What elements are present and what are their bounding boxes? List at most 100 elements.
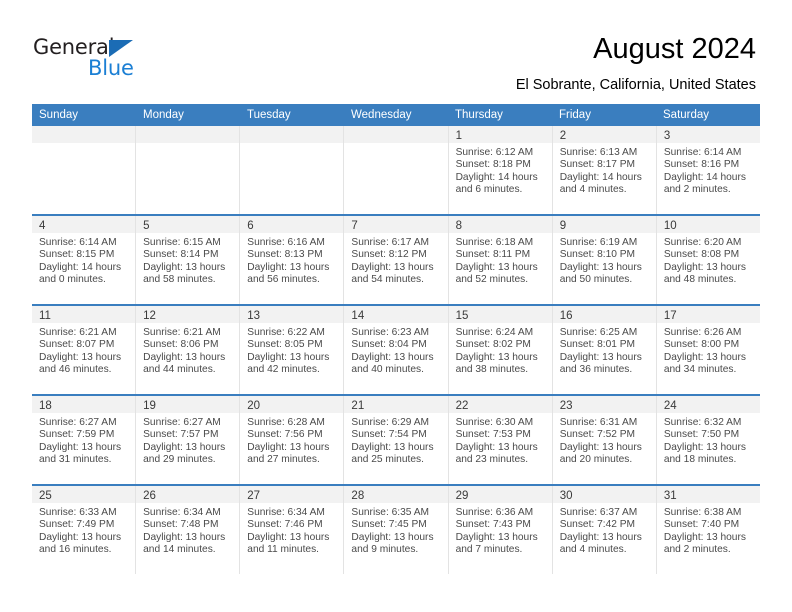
calendar-day-cell[interactable]: 22 Sunrise: 6:30 AM Sunset: 7:53 PM Dayligh… <box>448 396 553 484</box>
day-details: Sunrise: 6:27 AM Sunset: 7:59 PM Daylight:… <box>32 413 135 466</box>
calendar-day-cell[interactable]: 31 Sunrise: 6:38 AM Sunset: 7:40 PM Dayligh… <box>656 486 760 574</box>
calendar-day-cell[interactable]: 3 Sunrise: 6:14 AM Sunset: 8:16 PM Daylight… <box>656 126 760 214</box>
day-number-band: 7 <box>344 216 448 233</box>
calendar-cell-empty <box>32 126 137 214</box>
sunset-text: Sunset: 7:46 PM <box>247 519 323 531</box>
day-details: Sunrise: 6:16 AM Sunset: 8:13 PM Daylight:… <box>240 233 343 286</box>
calendar-day-cell[interactable]: 12 Sunrise: 6:21 AM Sunset: 8:06 PM Dayligh… <box>136 306 241 394</box>
day-number: 12 <box>143 310 156 322</box>
day-details: Sunrise: 6:28 AM Sunset: 7:56 PM Daylight:… <box>240 413 343 466</box>
calendar-day-cell[interactable]: 19 Sunrise: 6:27 AM Sunset: 7:57 PM Dayligh… <box>136 396 241 484</box>
calendar-day-cell[interactable]: 13 Sunrise: 6:22 AM Sunset: 8:05 PM Dayligh… <box>240 306 345 394</box>
sunrise-text: Sunrise: 6:15 AM <box>143 237 221 248</box>
calendar-day-cell[interactable]: 6 Sunrise: 6:16 AM Sunset: 8:13 PM Daylight… <box>240 216 345 304</box>
day-number-band: 12 <box>136 306 240 323</box>
day-number: 21 <box>351 400 365 412</box>
sunset-text: Sunset: 7:54 PM <box>351 429 427 441</box>
weekday-header-tuesday: Tuesday <box>247 109 291 121</box>
calendar-day-cell[interactable]: 15 Sunrise: 6:24 AM Sunset: 8:02 PM Dayligh… <box>448 306 553 394</box>
day-number: 13 <box>247 310 261 322</box>
day-number-band: 24 <box>656 396 760 413</box>
daylight-text-line2: and 52 minutes. <box>455 273 529 285</box>
calendar-day-cell[interactable]: 10 Sunrise: 6:20 AM Sunset: 8:08 PM Dayligh… <box>656 216 760 304</box>
day-number: 27 <box>247 490 261 502</box>
calendar-day-cell[interactable]: 16 Sunrise: 6:25 AM Sunset: 8:01 PM Dayligh… <box>552 306 657 394</box>
day-details: Sunrise: 6:18 AM Sunset: 8:11 PM Daylight:… <box>449 233 552 286</box>
day-details: Sunrise: 6:35 AM Sunset: 7:45 PM Daylight:… <box>344 503 447 556</box>
calendar-day-cell[interactable]: 23 Sunrise: 6:31 AM Sunset: 7:52 PM Dayligh… <box>552 396 657 484</box>
sunset-text: Sunset: 8:05 PM <box>247 339 323 351</box>
calendar-day-cell[interactable]: 26 Sunrise: 6:34 AM Sunset: 7:48 PM Dayligh… <box>136 486 241 574</box>
calendar-day-cell[interactable]: 21 Sunrise: 6:29 AM Sunset: 7:54 PM Dayligh… <box>344 396 449 484</box>
sunrise-text: Sunrise: 6:25 AM <box>559 327 638 338</box>
calendar-day-cell[interactable]: 1 Sunrise: 6:12 AM Sunset: 8:18 PM Daylight… <box>448 126 553 214</box>
day-number: 6 <box>247 220 254 232</box>
sunset-text: Sunset: 8:17 PM <box>559 159 636 171</box>
sunrise-text: Sunrise: 6:35 AM <box>351 507 430 518</box>
daylight-text-line2: and 27 minutes. <box>247 453 320 465</box>
calendar-day-cell[interactable]: 2 Sunrise: 6:13 AM Sunset: 8:17 PM Daylight… <box>552 126 657 214</box>
weekday-header-monday: Monday <box>143 109 184 121</box>
daylight-text-line2: and 14 minutes. <box>143 543 216 555</box>
calendar-day-cell[interactable]: 17 Sunrise: 6:26 AM Sunset: 8:00 PM Dayligh… <box>656 306 760 394</box>
weekday-header-saturday: Saturday <box>663 109 710 121</box>
day-details: Sunrise: 6:14 AM Sunset: 8:15 PM Daylight:… <box>32 233 135 286</box>
calendar-day-cell[interactable]: 11 Sunrise: 6:21 AM Sunset: 8:07 PM Dayligh… <box>32 306 137 394</box>
day-number-band: 10 <box>656 216 760 233</box>
sunset-text: Sunset: 8:15 PM <box>39 249 115 261</box>
calendar-weeks: 1 Sunrise: 6:12 AM Sunset: 8:18 PM Daylight… <box>32 126 760 574</box>
sunrise-text: Sunrise: 6:30 AM <box>455 417 534 428</box>
day-number: 28 <box>351 490 365 502</box>
sunset-text: Sunset: 7:59 PM <box>39 429 115 441</box>
sunset-text: Sunset: 8:18 PM <box>455 159 531 171</box>
daylight-text-line1: Daylight: 13 hours <box>351 531 434 543</box>
sunset-text: Sunset: 7:52 PM <box>559 429 636 441</box>
sunset-text: Sunset: 8:14 PM <box>143 249 219 261</box>
day-number-band: 29 <box>448 486 552 503</box>
calendar-day-cell[interactable]: 29 Sunrise: 6:36 AM Sunset: 7:43 PM Dayligh… <box>448 486 553 574</box>
calendar-day-cell[interactable]: 7 Sunrise: 6:17 AM Sunset: 8:12 PM Daylight… <box>344 216 449 304</box>
sunrise-text: Sunrise: 6:17 AM <box>351 237 430 248</box>
day-number-band: 13 <box>240 306 344 323</box>
calendar-day-cell[interactable]: 4 Sunrise: 6:14 AM Sunset: 8:15 PM Daylight… <box>32 216 137 304</box>
daylight-text-line2: and 23 minutes. <box>455 453 529 465</box>
day-number-band: 26 <box>136 486 240 503</box>
day-number: 10 <box>663 220 677 232</box>
sunrise-text: Sunrise: 6:12 AM <box>455 147 534 158</box>
day-details: Sunrise: 6:32 AM Sunset: 7:50 PM Daylight:… <box>657 413 760 466</box>
calendar-day-cell[interactable]: 24 Sunrise: 6:32 AM Sunset: 7:50 PM Dayligh… <box>656 396 760 484</box>
calendar-day-cell[interactable]: 8 Sunrise: 6:18 AM Sunset: 8:11 PM Daylight… <box>448 216 553 304</box>
calendar-day-cell[interactable]: 27 Sunrise: 6:34 AM Sunset: 7:46 PM Dayligh… <box>240 486 345 574</box>
daylight-text-line1: Daylight: 13 hours <box>663 531 746 543</box>
day-number-band: 21 <box>344 396 448 413</box>
sunset-text: Sunset: 8:06 PM <box>143 339 219 351</box>
daylight-text-line1: Daylight: 13 hours <box>143 261 226 273</box>
page-subtitle-location: El Sobrante, California, United States <box>515 77 756 93</box>
calendar-day-cell[interactable]: 5 Sunrise: 6:15 AM Sunset: 8:14 PM Daylight… <box>136 216 241 304</box>
calendar-day-cell[interactable]: 20 Sunrise: 6:28 AM Sunset: 7:56 PM Dayligh… <box>240 396 345 484</box>
calendar-day-cell[interactable]: 30 Sunrise: 6:37 AM Sunset: 7:42 PM Dayligh… <box>552 486 657 574</box>
daylight-text-line1: Daylight: 13 hours <box>559 261 642 273</box>
day-number: 29 <box>455 490 469 502</box>
calendar-day-cell[interactable]: 25 Sunrise: 6:33 AM Sunset: 7:49 PM Dayligh… <box>32 486 137 574</box>
daylight-text-line2: and 4 minutes. <box>559 543 627 555</box>
day-number: 17 <box>663 310 677 322</box>
day-details: Sunrise: 6:38 AM Sunset: 7:40 PM Daylight:… <box>657 503 760 556</box>
weekday-header-sunday: Sunday <box>39 109 79 121</box>
sunrise-text: Sunrise: 6:19 AM <box>559 237 638 248</box>
calendar-day-cell[interactable]: 14 Sunrise: 6:23 AM Sunset: 8:04 PM Dayligh… <box>344 306 449 394</box>
generalblue-logo[interactable]: General Blue <box>33 36 163 84</box>
day-number: 22 <box>455 400 469 412</box>
calendar-day-cell[interactable]: 18 Sunrise: 6:27 AM Sunset: 7:59 PM Dayligh… <box>32 396 137 484</box>
calendar-day-cell[interactable]: 9 Sunrise: 6:19 AM Sunset: 8:10 PM Daylight… <box>552 216 657 304</box>
day-number-band: 8 <box>448 216 552 233</box>
day-details: Sunrise: 6:27 AM Sunset: 7:57 PM Daylight:… <box>136 413 239 466</box>
calendar-day-cell[interactable]: 28 Sunrise: 6:35 AM Sunset: 7:45 PM Dayligh… <box>344 486 449 574</box>
sunrise-text: Sunrise: 6:32 AM <box>663 417 742 428</box>
calendar-cell-empty <box>136 126 241 214</box>
sunrise-text: Sunrise: 6:27 AM <box>143 417 221 428</box>
daylight-text-line1: Daylight: 13 hours <box>247 351 330 363</box>
sunset-text: Sunset: 8:12 PM <box>351 249 427 261</box>
day-details: Sunrise: 6:14 AM Sunset: 8:16 PM Daylight:… <box>657 143 760 196</box>
sunset-text: Sunset: 8:11 PM <box>455 249 531 261</box>
